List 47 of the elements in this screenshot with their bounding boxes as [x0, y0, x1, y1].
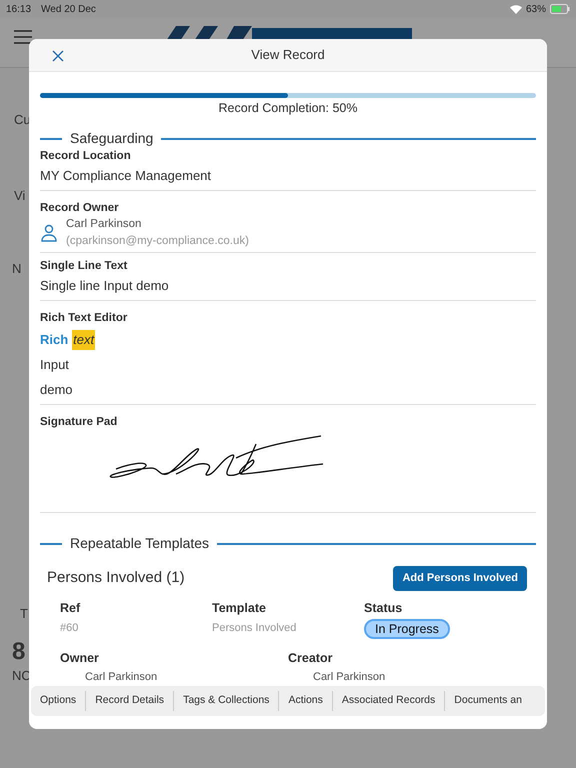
column-label: Owner: [60, 650, 100, 668]
field-label: Single Line Text: [40, 259, 128, 274]
field-label: Record Location: [40, 149, 132, 164]
subsection-title: Persons Involved (1): [47, 568, 185, 588]
rich-text-line: Input: [40, 356, 70, 374]
bottom-tab[interactable]: Associated Records: [332, 691, 444, 711]
highlighted-text: text: [72, 330, 96, 350]
column-value: #60: [60, 621, 80, 636]
wifi-icon: [510, 4, 522, 14]
field-label: Record Owner: [40, 201, 120, 216]
battery-percent: 63%: [526, 2, 546, 16]
column-label: Status: [364, 600, 404, 616]
status-time: 16:13: [6, 2, 32, 16]
field-value: Single line Input demo: [40, 277, 170, 295]
bottom-tab[interactable]: Tags & Collections: [173, 691, 278, 711]
bottom-tab[interactable]: Actions: [278, 691, 332, 711]
section-title: Repeatable Templates: [70, 534, 210, 553]
background-text: N: [12, 260, 22, 278]
owner-email: (cparkinson@my-compliance.co.uk): [66, 234, 249, 249]
section-title: Safeguarding: [70, 129, 154, 148]
bottom-tab[interactable]: Documents an: [444, 691, 531, 711]
bottom-tab[interactable]: Options: [31, 691, 86, 711]
owner-name: Carl Parkinson: [66, 217, 142, 232]
column-value: Carl Parkinson: [85, 670, 158, 685]
add-persons-button[interactable]: Add Persons Involved: [393, 566, 527, 590]
modal-title: View Record: [251, 46, 325, 64]
field-value: MY Compliance Management: [40, 167, 212, 185]
column-label: Ref: [60, 600, 82, 616]
completion-label: Record Completion: 50%: [218, 100, 358, 116]
rich-text-line: demo: [40, 381, 74, 399]
background-text: Vi: [14, 187, 26, 205]
status-date: Wed 20 Dec: [41, 2, 96, 16]
menu-icon[interactable]: [14, 30, 32, 44]
person-icon: [40, 224, 58, 242]
column-value: Carl Parkinson: [313, 670, 386, 685]
bottom-tab[interactable]: Record Details: [85, 691, 174, 711]
status-badge: In Progress: [364, 619, 450, 640]
rich-bold-text: Rich: [40, 331, 68, 349]
background-text: T: [20, 605, 28, 623]
background-text: 8: [12, 637, 26, 667]
column-value: Persons Involved: [212, 621, 298, 636]
column-label: Template: [212, 600, 267, 617]
background-text: NC: [12, 667, 31, 685]
battery-icon: [550, 4, 570, 14]
field-label: Signature Pad: [40, 415, 118, 430]
column-label: Creator: [288, 650, 334, 668]
field-label: Rich Text Editor: [40, 311, 128, 326]
